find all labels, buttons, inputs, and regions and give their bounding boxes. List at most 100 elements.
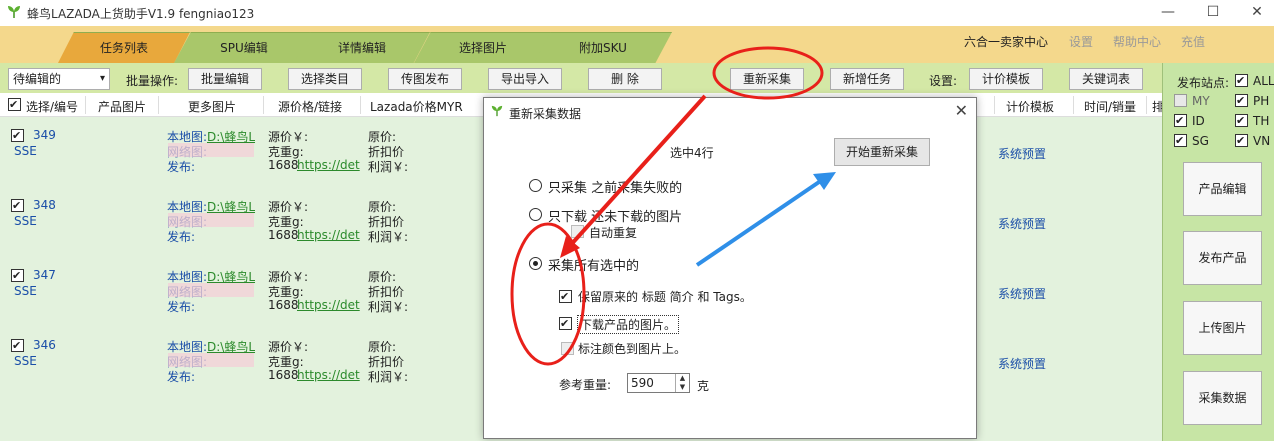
tab-spu-edit[interactable]: SPU编辑 xyxy=(174,32,314,63)
chevron-down-icon: ▾ xyxy=(99,73,105,84)
row-number: 348 xyxy=(33,198,56,212)
batch-edit-button[interactable]: 批量编辑 xyxy=(188,68,262,90)
row-tag: SSE xyxy=(14,214,37,228)
tab-task-list[interactable]: 任务列表 xyxy=(58,32,190,63)
radio-collect-all[interactable] xyxy=(529,257,542,270)
publish-label: 发布: xyxy=(167,230,196,244)
window-title: 蜂鸟LAZADA上货助手V1.9 fengniao123 xyxy=(27,7,255,21)
select-category-button[interactable]: 选择类目 xyxy=(288,68,362,90)
settings-label: 设置: xyxy=(929,74,958,88)
row-checkbox[interactable] xyxy=(11,129,24,142)
recharge-link[interactable]: 充值 xyxy=(1181,33,1205,50)
site-checkbox-all[interactable] xyxy=(1235,74,1248,87)
profit: 利润￥: xyxy=(368,230,409,244)
site-checkbox-th[interactable] xyxy=(1235,114,1248,127)
site-label-my: MY xyxy=(1192,94,1210,108)
option-collect-all: 采集所有选中的 xyxy=(548,259,640,274)
product-edit-button[interactable]: 产品编辑 xyxy=(1183,162,1262,216)
dialog-title: 重新采集数据 xyxy=(509,107,582,121)
source-prefix: 1688 xyxy=(268,228,299,242)
delete-button[interactable]: 删 除 xyxy=(588,68,662,90)
row-checkbox[interactable] xyxy=(11,339,24,352)
profit: 利润￥: xyxy=(368,160,409,174)
site-label-id: ID xyxy=(1192,114,1205,128)
source-link[interactable]: https://det xyxy=(297,368,360,382)
profit: 利润￥: xyxy=(368,370,409,384)
profit: 利润￥: xyxy=(368,300,409,314)
collect-data-button[interactable]: 采集数据 xyxy=(1183,371,1262,425)
row-price-template: 系统预置 xyxy=(998,287,1047,301)
header-time-sales: 时间/销量 xyxy=(1084,100,1137,114)
publish-label: 发布: xyxy=(167,370,196,384)
seller-center-link[interactable]: 六合一卖家中心 xyxy=(964,33,1048,50)
source-link[interactable]: https://det xyxy=(297,298,360,312)
stepper-arrows-icon[interactable]: ▲ ▼ xyxy=(675,374,689,392)
site-checkbox-my[interactable] xyxy=(1174,94,1187,107)
publish-label: 发布: xyxy=(167,300,196,314)
radio-only-download[interactable] xyxy=(529,208,542,221)
batch-label: 批量操作: xyxy=(126,74,179,88)
dialog-title-bar: 重新采集数据 ✕ xyxy=(484,98,976,126)
header-more-images: 更多图片 xyxy=(188,100,237,114)
row-price-template: 系统预置 xyxy=(998,147,1047,161)
select-all-checkbox[interactable] xyxy=(8,98,21,111)
site-label-ph: PH xyxy=(1253,94,1270,108)
tab-extra-sku[interactable]: 附加SKU xyxy=(534,32,672,63)
row-number: 346 xyxy=(33,338,56,352)
start-recollect-button[interactable]: 开始重新采集 xyxy=(834,138,930,166)
auto-repeat-label: 自动重复 xyxy=(589,226,638,240)
mark-color-checkbox[interactable] xyxy=(561,342,574,355)
title-bar: 蜂鸟LAZADA上货助手V1.9 fengniao123 — ☐ ✕ xyxy=(0,0,1274,26)
help-center-link[interactable]: 帮助中心 xyxy=(1113,33,1161,50)
source-prefix: 1688 xyxy=(268,158,299,172)
selected-count: 选中4行 xyxy=(670,146,714,160)
recollect-button[interactable]: 重新采集 xyxy=(730,68,804,90)
row-checkbox[interactable] xyxy=(11,269,24,282)
site-checkbox-vn[interactable] xyxy=(1235,134,1248,147)
upload-images-button[interactable]: 上传图片 xyxy=(1183,301,1262,355)
auto-repeat-checkbox[interactable] xyxy=(571,225,584,238)
site-checkbox-id[interactable] xyxy=(1174,114,1187,127)
keep-title-checkbox[interactable] xyxy=(559,290,572,303)
source-link[interactable]: https://det xyxy=(297,158,360,172)
header-select-no: 选择/编号 xyxy=(26,100,79,114)
site-checkbox-ph[interactable] xyxy=(1235,94,1248,107)
app-logo-icon xyxy=(8,6,20,18)
header-price-template: 计价模板 xyxy=(1006,100,1055,114)
tab-detail-edit[interactable]: 详情编辑 xyxy=(294,32,430,63)
download-images-label: 下载产品的图片。 xyxy=(577,315,680,334)
site-label-all: ALL xyxy=(1253,74,1274,88)
settings-link[interactable]: 设置 xyxy=(1069,33,1093,50)
header-lazada-price: Lazada价格MYR xyxy=(370,100,463,114)
keep-title-label: 保留原来的 标题 简介 和 Tags。 xyxy=(578,290,752,304)
publish-sites-label: 发布站点: xyxy=(1177,76,1230,90)
source-link[interactable]: https://det xyxy=(297,228,360,242)
keyword-table-button[interactable]: 关键词表 xyxy=(1069,68,1143,90)
download-images-checkbox[interactable] xyxy=(559,317,572,330)
row-checkbox[interactable] xyxy=(11,199,24,212)
close-icon[interactable]: ✕ xyxy=(955,101,968,120)
weight-unit: 克 xyxy=(697,379,710,393)
source-prefix: 1688 xyxy=(268,368,299,382)
upload-publish-button[interactable]: 传图发布 xyxy=(388,68,462,90)
new-task-button[interactable]: 新增任务 xyxy=(830,68,904,90)
site-checkbox-sg[interactable] xyxy=(1174,134,1187,147)
radio-only-failed[interactable] xyxy=(529,179,542,192)
minimize-button[interactable]: — xyxy=(1154,2,1182,22)
export-import-button[interactable]: 导出导入 xyxy=(488,68,562,90)
row-tag: SSE xyxy=(14,354,37,368)
tab-select-images[interactable]: 选择图片 xyxy=(414,32,552,63)
site-label-vn: VN xyxy=(1253,134,1271,148)
ref-weight-stepper[interactable]: 590 ▲ ▼ xyxy=(627,373,690,393)
toolbar: 待编辑的 ▾ 批量操作: 批量编辑 选择类目 传图发布 导出导入 删 除 重新采… xyxy=(0,63,1162,93)
row-price-template: 系统预置 xyxy=(998,217,1047,231)
source-prefix: 1688 xyxy=(268,298,299,312)
price-template-button[interactable]: 计价模板 xyxy=(969,68,1043,90)
header-source-price: 源价格/链接 xyxy=(278,100,343,114)
maximize-button[interactable]: ☐ xyxy=(1199,2,1227,22)
close-button[interactable]: ✕ xyxy=(1243,2,1271,22)
row-tag: SSE xyxy=(14,284,37,298)
publish-product-button[interactable]: 发布产品 xyxy=(1183,231,1262,285)
right-panel: 发布站点: ALL MY PH ID TH SG VN 产品编辑 发布产品 上传… xyxy=(1162,63,1274,441)
status-select[interactable]: 待编辑的 ▾ xyxy=(8,68,110,90)
